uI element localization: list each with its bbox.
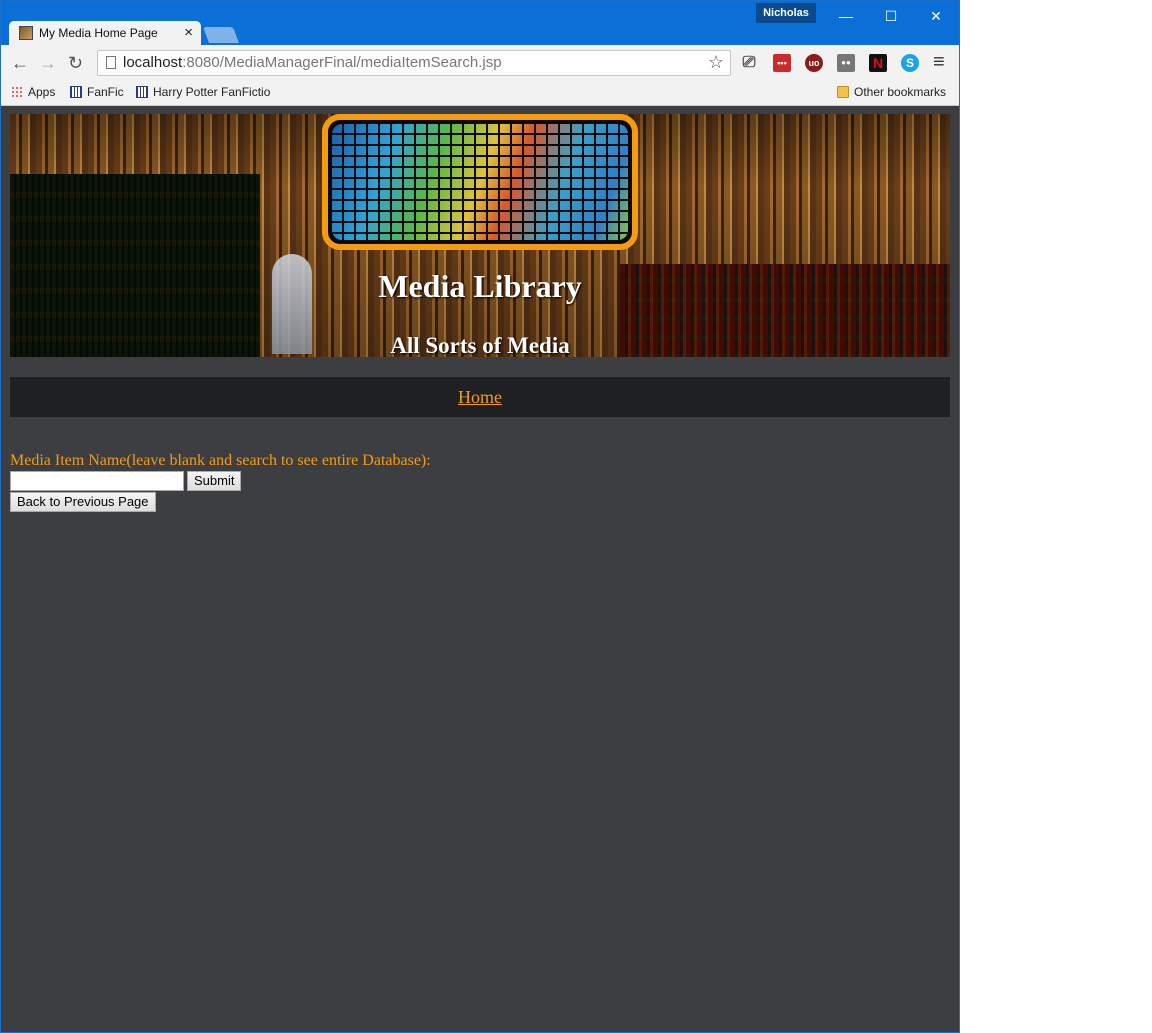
browser-window: My Media Home Page × Nicholas — ☐ ✕ ← → … xyxy=(0,0,960,1033)
url-path: :8080/MediaManagerFinal/mediaItemSearch.… xyxy=(182,54,502,71)
library-favicon-icon xyxy=(19,26,33,40)
maximize-icon[interactable]: ☐ xyxy=(877,5,905,27)
address-bar[interactable]: localhost:8080/MediaManagerFinal/mediaIt… xyxy=(97,50,731,76)
page-title: Media Library xyxy=(378,268,582,304)
reload-icon[interactable]: ↻ xyxy=(68,53,83,74)
bookmark-fanfic[interactable]: FanFic xyxy=(70,85,124,99)
site-nav: Home xyxy=(10,377,950,417)
bookmark-other-label: Other bookmarks xyxy=(854,85,947,99)
browser-toolbar: ← → ↻ localhost:8080/MediaManagerFinal/m… xyxy=(1,45,959,81)
folder-icon xyxy=(837,86,849,98)
fanfic-site-icon xyxy=(70,86,82,98)
apps-grid-icon xyxy=(11,86,23,98)
close-window-icon[interactable]: ✕ xyxy=(922,5,950,27)
new-tab-button[interactable] xyxy=(203,27,239,43)
ghostery-icon[interactable]: ●● xyxy=(837,54,855,72)
media-item-name-input[interactable] xyxy=(10,471,184,491)
bookmark-apps-label: Apps xyxy=(28,85,56,99)
page-subtitle: All Sorts of Media xyxy=(390,333,570,357)
ublock-icon[interactable]: uo xyxy=(805,54,823,72)
menu-icon[interactable]: ≡ xyxy=(933,51,945,74)
tab-media-home[interactable]: My Media Home Page × xyxy=(9,21,201,45)
minimize-icon[interactable]: — xyxy=(832,5,860,27)
submit-button[interactable]: Submit xyxy=(187,471,242,491)
bookmark-hp-fanfic[interactable]: Harry Potter FanFictio xyxy=(136,85,270,99)
tv-screens-image xyxy=(332,124,628,240)
page-icon xyxy=(106,56,116,69)
search-label: Media Item Name(leave blank and search t… xyxy=(10,452,431,469)
fanfic-site-icon xyxy=(136,86,148,98)
back-icon[interactable]: ← xyxy=(11,53,29,74)
bookmarks-bar: Apps FanFic Harry Potter FanFictio Other… xyxy=(1,81,959,106)
page-content: Media Library All Sorts of Media Home Me… xyxy=(1,106,959,1032)
title-bar: My Media Home Page × Nicholas — ☐ ✕ xyxy=(1,1,959,45)
back-to-previous-button[interactable]: Back to Previous Page xyxy=(10,492,156,512)
close-tab-icon[interactable]: × xyxy=(184,24,193,41)
tab-title: My Media Home Page xyxy=(39,26,158,40)
url-host: localhost xyxy=(123,54,183,71)
lastpass-icon[interactable]: ••• xyxy=(773,54,791,72)
profile-badge[interactable]: Nicholas xyxy=(756,3,816,23)
bookshelf-image-left xyxy=(10,174,260,357)
netflix-icon[interactable]: N xyxy=(869,54,887,72)
nav-home-link[interactable]: Home xyxy=(458,387,502,407)
url-text: localhost:8080/MediaManagerFinal/mediaIt… xyxy=(123,54,502,71)
bookmark-hp-fanfic-label: Harry Potter FanFictio xyxy=(153,85,271,99)
bookmark-star-icon[interactable]: ☆ xyxy=(708,52,724,73)
cast-icon[interactable]: ⎚ xyxy=(740,54,758,72)
bookmark-fanfic-label: FanFic xyxy=(87,85,124,99)
skype-icon[interactable]: S xyxy=(901,54,919,72)
media-wall-logo xyxy=(322,114,638,250)
forward-icon[interactable]: → xyxy=(39,53,57,74)
header-banner: Media Library All Sorts of Media xyxy=(10,114,950,357)
bookmark-apps[interactable]: Apps xyxy=(11,85,55,99)
bookmark-other[interactable]: Other bookmarks xyxy=(837,85,946,99)
